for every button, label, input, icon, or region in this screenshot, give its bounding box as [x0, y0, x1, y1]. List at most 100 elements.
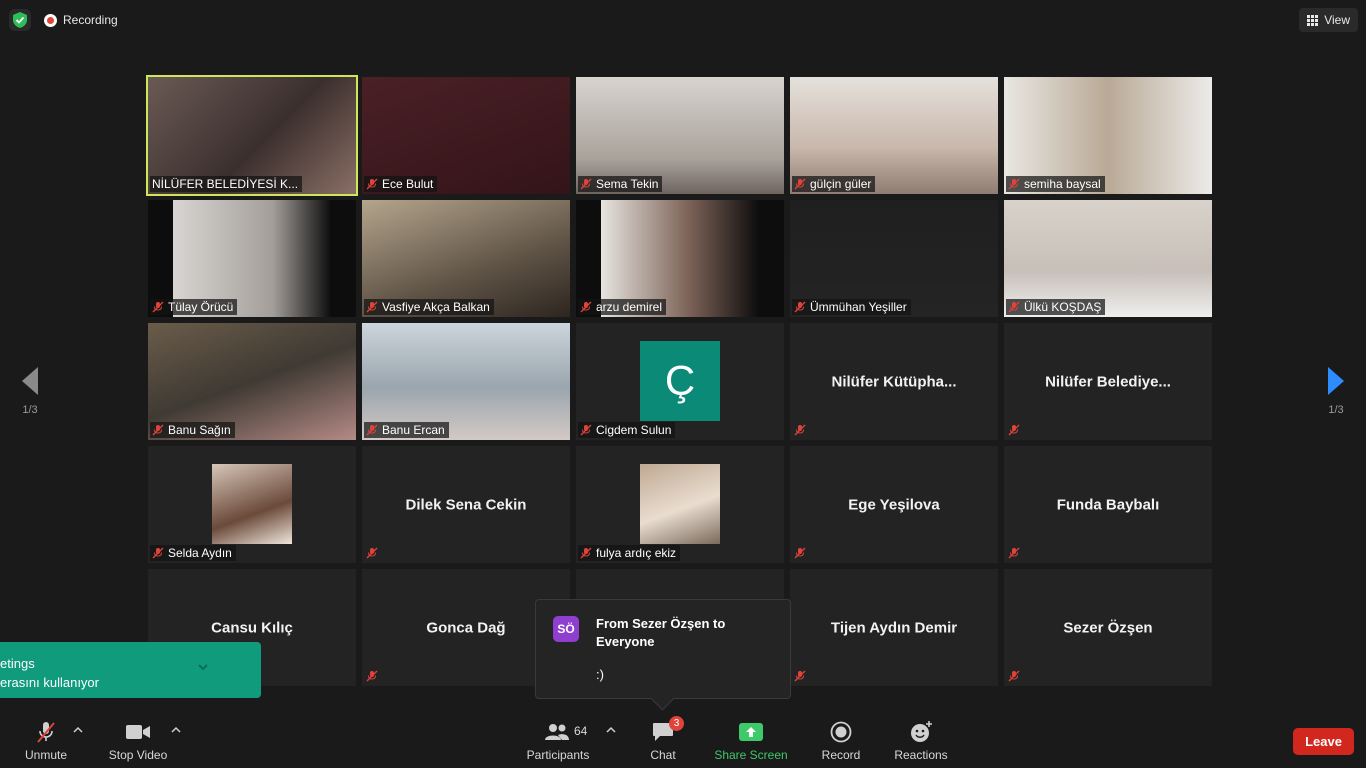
participant-tile[interactable]: Ülkü KOŞDAŞ — [1004, 200, 1212, 317]
participant-tile[interactable]: Banu Sağın — [148, 323, 356, 440]
grid-view-icon — [1307, 14, 1319, 26]
participant-name: gülçin güler — [810, 177, 872, 191]
participant-tile[interactable]: Tülay Örücü — [148, 200, 356, 317]
mic-off-icon — [794, 547, 806, 559]
participant-name-label: Cigdem Sulun — [578, 422, 676, 438]
recording-label: Recording — [63, 13, 118, 27]
participant-tile[interactable]: NİLÜFER BELEDİYESİ K... — [146, 75, 358, 196]
chat-unread-badge: 3 — [669, 716, 684, 731]
participant-center-name: Dilek Sena Cekin — [405, 496, 527, 513]
participant-name: Vasfiye Akça Balkan — [382, 300, 490, 314]
security-shield-button[interactable] — [9, 9, 31, 31]
mic-off-icon — [794, 301, 806, 313]
chat-button[interactable]: 3 Chat — [645, 716, 684, 764]
shield-check-icon — [13, 12, 27, 28]
participant-tile[interactable]: Nilüfer Kütüpha... — [790, 323, 998, 440]
participant-tile[interactable]: Nilüfer Belediye... — [1004, 323, 1212, 440]
participant-center-name: Cansu Kılıç — [211, 619, 293, 636]
participants-count: 64 — [574, 724, 588, 738]
participant-tile[interactable]: Sezer Özşen — [1004, 569, 1212, 686]
mic-off-icon — [1008, 670, 1020, 682]
participant-name: Selda Aydın — [168, 546, 232, 560]
participant-tile[interactable]: arzu demirel — [576, 200, 784, 317]
participant-tile[interactable]: Ece Bulut — [362, 77, 570, 194]
participant-name-label: Ümmühan Yeşiller — [792, 299, 911, 315]
participant-name: Sema Tekin — [596, 177, 659, 191]
record-icon — [830, 721, 852, 743]
participant-name: Cigdem Sulun — [596, 423, 672, 437]
meeting-toolbar: Unmute Stop Video 64 Participants 3 Chat… — [0, 712, 1366, 768]
mic-off-icon — [152, 547, 164, 559]
participant-name-label: gülçin güler — [792, 176, 876, 192]
share-screen-label: Share Screen — [714, 748, 788, 762]
record-button[interactable]: Record — [820, 720, 862, 764]
participant-tile[interactable]: Ümmühan Yeşiller — [790, 200, 998, 317]
participant-center-name: Gonca Dağ — [426, 619, 506, 636]
prev-page-arrow-icon — [22, 367, 38, 395]
mic-off-icon — [152, 424, 164, 436]
participants-label: Participants — [526, 748, 590, 762]
participant-name-label: Vasfiye Akça Balkan — [364, 299, 494, 315]
participant-tile[interactable]: Funda Baybalı — [1004, 446, 1212, 563]
stop-video-label: Stop Video — [108, 748, 168, 762]
share-screen-button[interactable]: Share Screen — [714, 720, 788, 764]
participant-name-label: Sema Tekin — [578, 176, 663, 192]
reactions-smiley-icon — [911, 721, 932, 742]
record-label: Record — [821, 748, 861, 762]
participant-name: Banu Sağın — [168, 423, 231, 437]
participant-avatar-photo — [640, 464, 720, 544]
notification-toast[interactable]: etings erasını kullanıyor — [0, 642, 261, 698]
view-button[interactable]: View — [1299, 8, 1358, 32]
video-gallery-grid: NİLÜFER BELEDİYESİ K... Ece Bulut Sema Tek… — [146, 75, 1218, 686]
share-screen-icon — [739, 723, 763, 741]
participant-name-label — [792, 668, 810, 684]
participant-name-label: arzu demirel — [578, 299, 667, 315]
participant-name-label — [1006, 545, 1024, 561]
participant-name: Ece Bulut — [382, 177, 434, 191]
participant-name-label — [1006, 668, 1024, 684]
participant-name: Ülkü KOŞDAŞ — [1024, 300, 1102, 314]
prev-page-button[interactable]: 1/3 — [10, 366, 50, 416]
participant-tile[interactable]: fulya ardıç ekiz — [576, 446, 784, 563]
mic-off-icon — [580, 301, 592, 313]
participant-tile[interactable]: Selda Aydın — [148, 446, 356, 563]
participant-tile[interactable]: semiha baysal — [1004, 77, 1212, 194]
mic-off-icon — [152, 301, 164, 313]
participant-tile[interactable]: gülçin güler — [790, 77, 998, 194]
participant-name: Ümmühan Yeşiller — [810, 300, 907, 314]
reactions-button[interactable]: Reactions — [893, 720, 949, 764]
participant-name: Tülay Örücü — [168, 300, 234, 314]
recording-indicator[interactable]: Recording — [44, 12, 118, 28]
leave-button[interactable]: Leave — [1293, 728, 1354, 755]
mic-muted-icon — [37, 722, 55, 743]
participant-name-label — [364, 668, 382, 684]
next-page-button[interactable]: 1/3 — [1316, 366, 1356, 416]
chat-popup-message: :) — [596, 667, 604, 682]
mic-off-icon — [794, 178, 806, 190]
participant-tile[interactable]: Ç Cigdem Sulun — [576, 323, 784, 440]
unmute-button[interactable]: Unmute — [22, 720, 70, 764]
participant-name-label: semiha baysal — [1006, 176, 1105, 192]
participant-tile[interactable]: Sema Tekin — [576, 77, 784, 194]
participants-options-caret-icon[interactable] — [606, 726, 616, 734]
mic-off-icon — [366, 424, 378, 436]
chevron-down-icon[interactable] — [197, 662, 209, 672]
next-page-indicator: 1/3 — [1328, 404, 1344, 416]
sender-avatar: SÖ — [553, 616, 579, 642]
participant-name-label: NİLÜFER BELEDİYESİ K... — [150, 176, 303, 192]
participant-tile[interactable]: Dilek Sena Cekin — [362, 446, 570, 563]
participant-name-label: Tülay Örücü — [150, 299, 238, 315]
video-options-caret-icon[interactable] — [171, 726, 181, 734]
prev-page-indicator: 1/3 — [22, 404, 38, 416]
participant-name-label: fulya ardıç ekiz — [578, 545, 681, 561]
chat-message-popup[interactable]: SÖ From Sezer Özşen to Everyone :) — [535, 599, 791, 699]
participants-button[interactable]: 64 Participants — [526, 720, 590, 764]
participant-tile[interactable]: Ege Yeşilova — [790, 446, 998, 563]
audio-options-caret-icon[interactable] — [73, 726, 83, 734]
stop-video-button[interactable]: Stop Video — [107, 720, 169, 764]
participant-name: fulya ardıç ekiz — [596, 546, 677, 560]
participant-tile[interactable]: Vasfiye Akça Balkan — [362, 200, 570, 317]
participant-tile[interactable]: Tijen Aydın Demir — [790, 569, 998, 686]
participant-tile[interactable]: Banu Ercan — [362, 323, 570, 440]
participant-name-label: Banu Sağın — [150, 422, 235, 438]
